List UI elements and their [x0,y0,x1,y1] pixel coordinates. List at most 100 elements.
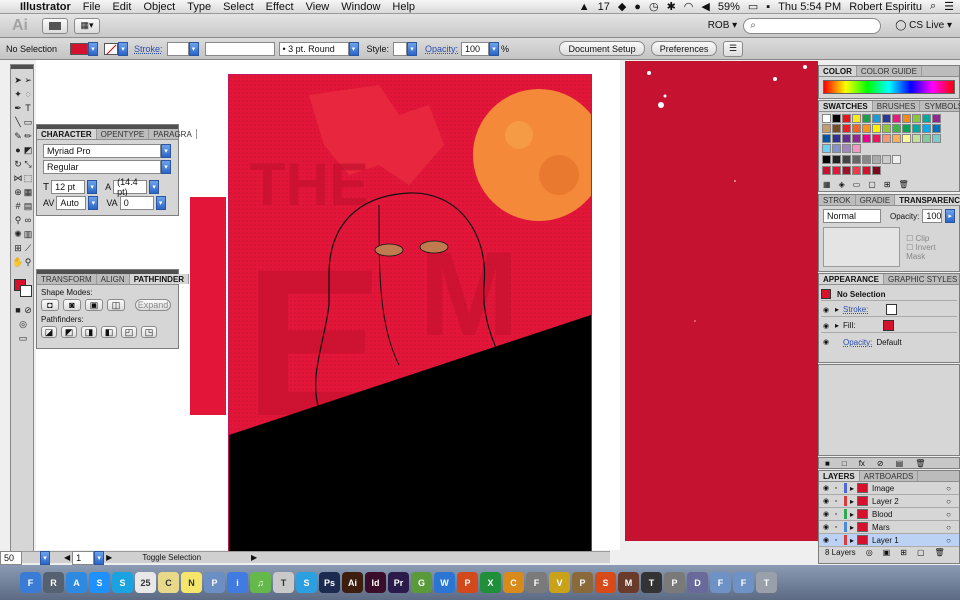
fill-color-swatch[interactable] [70,42,88,55]
font-family-dropdown[interactable]: ▾ [161,144,171,158]
layer-target-icon[interactable]: ○ [946,510,951,519]
swatch[interactable] [842,124,851,133]
tab-layers[interactable]: LAYERS [819,471,860,481]
add-new-stroke-icon[interactable]: ■ [825,459,830,468]
swatch[interactable] [842,134,851,143]
clear-appearance-icon[interactable]: ⊘ [877,459,884,468]
swatch[interactable] [872,134,881,143]
dock-app-icon[interactable]: M [618,572,639,593]
kerning-field[interactable]: Auto [56,196,87,210]
dock-app-icon[interactable]: C [158,572,179,593]
zoom-tool-icon[interactable]: ⚲ [23,257,33,267]
dock-app-icon[interactable]: Pr [388,572,409,593]
workspace-switcher[interactable]: ROB ▾ [708,20,737,31]
swatch[interactable] [902,124,911,133]
delete-layer-icon[interactable]: 🗑 [935,548,945,557]
layer-lock-icon[interactable]: ▫ [831,510,841,519]
add-new-effect-icon[interactable]: fx [859,459,865,468]
arrange-documents-button[interactable]: ▦▾ [74,17,100,34]
previous-artboard-icon[interactable]: ◀ [64,553,70,562]
swatch[interactable] [822,124,831,133]
symbol-sprayer-tool-icon[interactable]: ✺ [13,229,23,239]
tracking-dropdown[interactable]: ▾ [155,196,166,210]
swatch[interactable] [872,155,881,164]
style-field[interactable] [393,41,408,56]
make-clipping-mask-icon[interactable]: ▣ [883,548,891,557]
swatch[interactable] [822,166,831,175]
layer-visibility-eye-icon[interactable]: ◉ [821,497,831,506]
dock-app-icon[interactable]: S [112,572,133,593]
screen-mode-icon[interactable]: ▭ [18,333,28,343]
document-setup-button[interactable]: Document Setup [559,41,646,56]
layer-name[interactable]: Layer 2 [872,497,946,506]
swatch[interactable] [882,155,891,164]
expand-button[interactable]: Expand [135,299,171,311]
swatch[interactable] [932,134,941,143]
minus-front-button[interactable]: ◙ [63,299,81,311]
variable-width-field[interactable] [204,41,275,56]
texture-artboard[interactable] [625,61,818,541]
volume-icon[interactable]: ◀ [701,0,709,13]
dropbox-icon[interactable]: ◆ [618,0,626,13]
swatch[interactable] [872,166,881,175]
outline-button[interactable]: ◰ [121,326,137,338]
zoom-dropdown[interactable]: ▾ [40,550,50,565]
magic-wand-tool-icon[interactable]: ✦ [13,89,23,99]
shape-builder-tool-icon[interactable]: ⊕ [13,187,23,197]
dock-app-icon[interactable]: F [733,572,754,593]
appearance-opacity-link[interactable]: Opacity: [843,338,872,347]
menu-effect[interactable]: Effect [260,0,300,14]
layer-expand-icon[interactable]: ▸ [850,497,854,506]
tab-color-guide[interactable]: COLOR GUIDE [857,66,922,76]
swatch[interactable] [912,124,921,133]
create-new-sublayer-icon[interactable]: ⊞ [900,548,907,557]
layer-expand-icon[interactable]: ▸ [850,510,854,519]
swatch[interactable] [852,114,861,123]
status-menu-icon[interactable]: ▶ [251,553,257,562]
tab-brushes[interactable]: BRUSHES [873,101,921,111]
layer-row[interactable]: ◉ ▫ ▸ Layer 1 ○ [819,534,959,547]
menu-select[interactable]: Select [217,0,260,14]
tab-appearance[interactable]: APPEARANCE [819,274,885,284]
swatch[interactable] [832,134,841,143]
tab-stroke[interactable]: STROK [819,195,856,205]
pen-tool-icon[interactable]: ✒ [13,103,23,113]
blend-mode-select[interactable]: Normal [823,209,881,223]
tab-artboards[interactable]: ARTBOARDS [860,471,919,481]
dock-app-icon[interactable]: P [664,572,685,593]
pencil-tool-icon[interactable]: ✏ [23,131,33,141]
user-name[interactable]: Robert Espiritu [849,1,922,13]
tracking-field[interactable]: 0 [119,196,154,210]
clock[interactable]: Thu 5:54 PM [778,1,841,13]
menu-app-name[interactable]: Illustrator [14,0,77,14]
stroke-color-dropdown[interactable]: ▾ [118,41,128,56]
dock-app-icon[interactable]: P [572,572,593,593]
create-new-layer-icon[interactable]: ▢ [917,548,925,557]
swatch[interactable] [862,134,871,143]
swatch[interactable] [832,114,841,123]
font-family-field[interactable]: Myriad Pro [43,144,161,158]
red-bar-shape[interactable] [190,197,226,415]
font-size-field[interactable]: 12 pt [51,180,86,194]
appearance-stroke-none-swatch[interactable] [886,304,898,315]
swatch[interactable] [862,114,871,123]
menu-help[interactable]: Help [386,0,421,14]
swatch[interactable] [872,114,881,123]
leading-field[interactable]: (14.4 pt) [113,177,148,197]
clip-checkbox[interactable]: ☐ Clip [906,234,955,243]
opacity-field[interactable]: 100 [461,41,490,56]
swatch[interactable] [842,155,851,164]
layer-target-icon[interactable]: ○ [946,536,951,545]
delete-swatch-icon[interactable]: 🗑 [899,180,909,189]
time-machine-icon[interactable]: ◷ [649,0,659,13]
tab-transparency[interactable]: TRANSPARENCY [895,195,960,205]
dock-app-icon[interactable]: S [595,572,616,593]
mesh-tool-icon[interactable]: # [13,201,23,211]
rotate-tool-icon[interactable]: ↻ [13,159,23,169]
layer-row[interactable]: ◉ ▫ ▸ Layer 2 ○ [819,495,959,508]
add-new-fill-icon[interactable]: □ [842,459,847,468]
dock-app-icon[interactable]: D [687,572,708,593]
swatch[interactable] [842,166,851,175]
bridge-button[interactable] [42,17,68,34]
swatch[interactable] [892,114,901,123]
